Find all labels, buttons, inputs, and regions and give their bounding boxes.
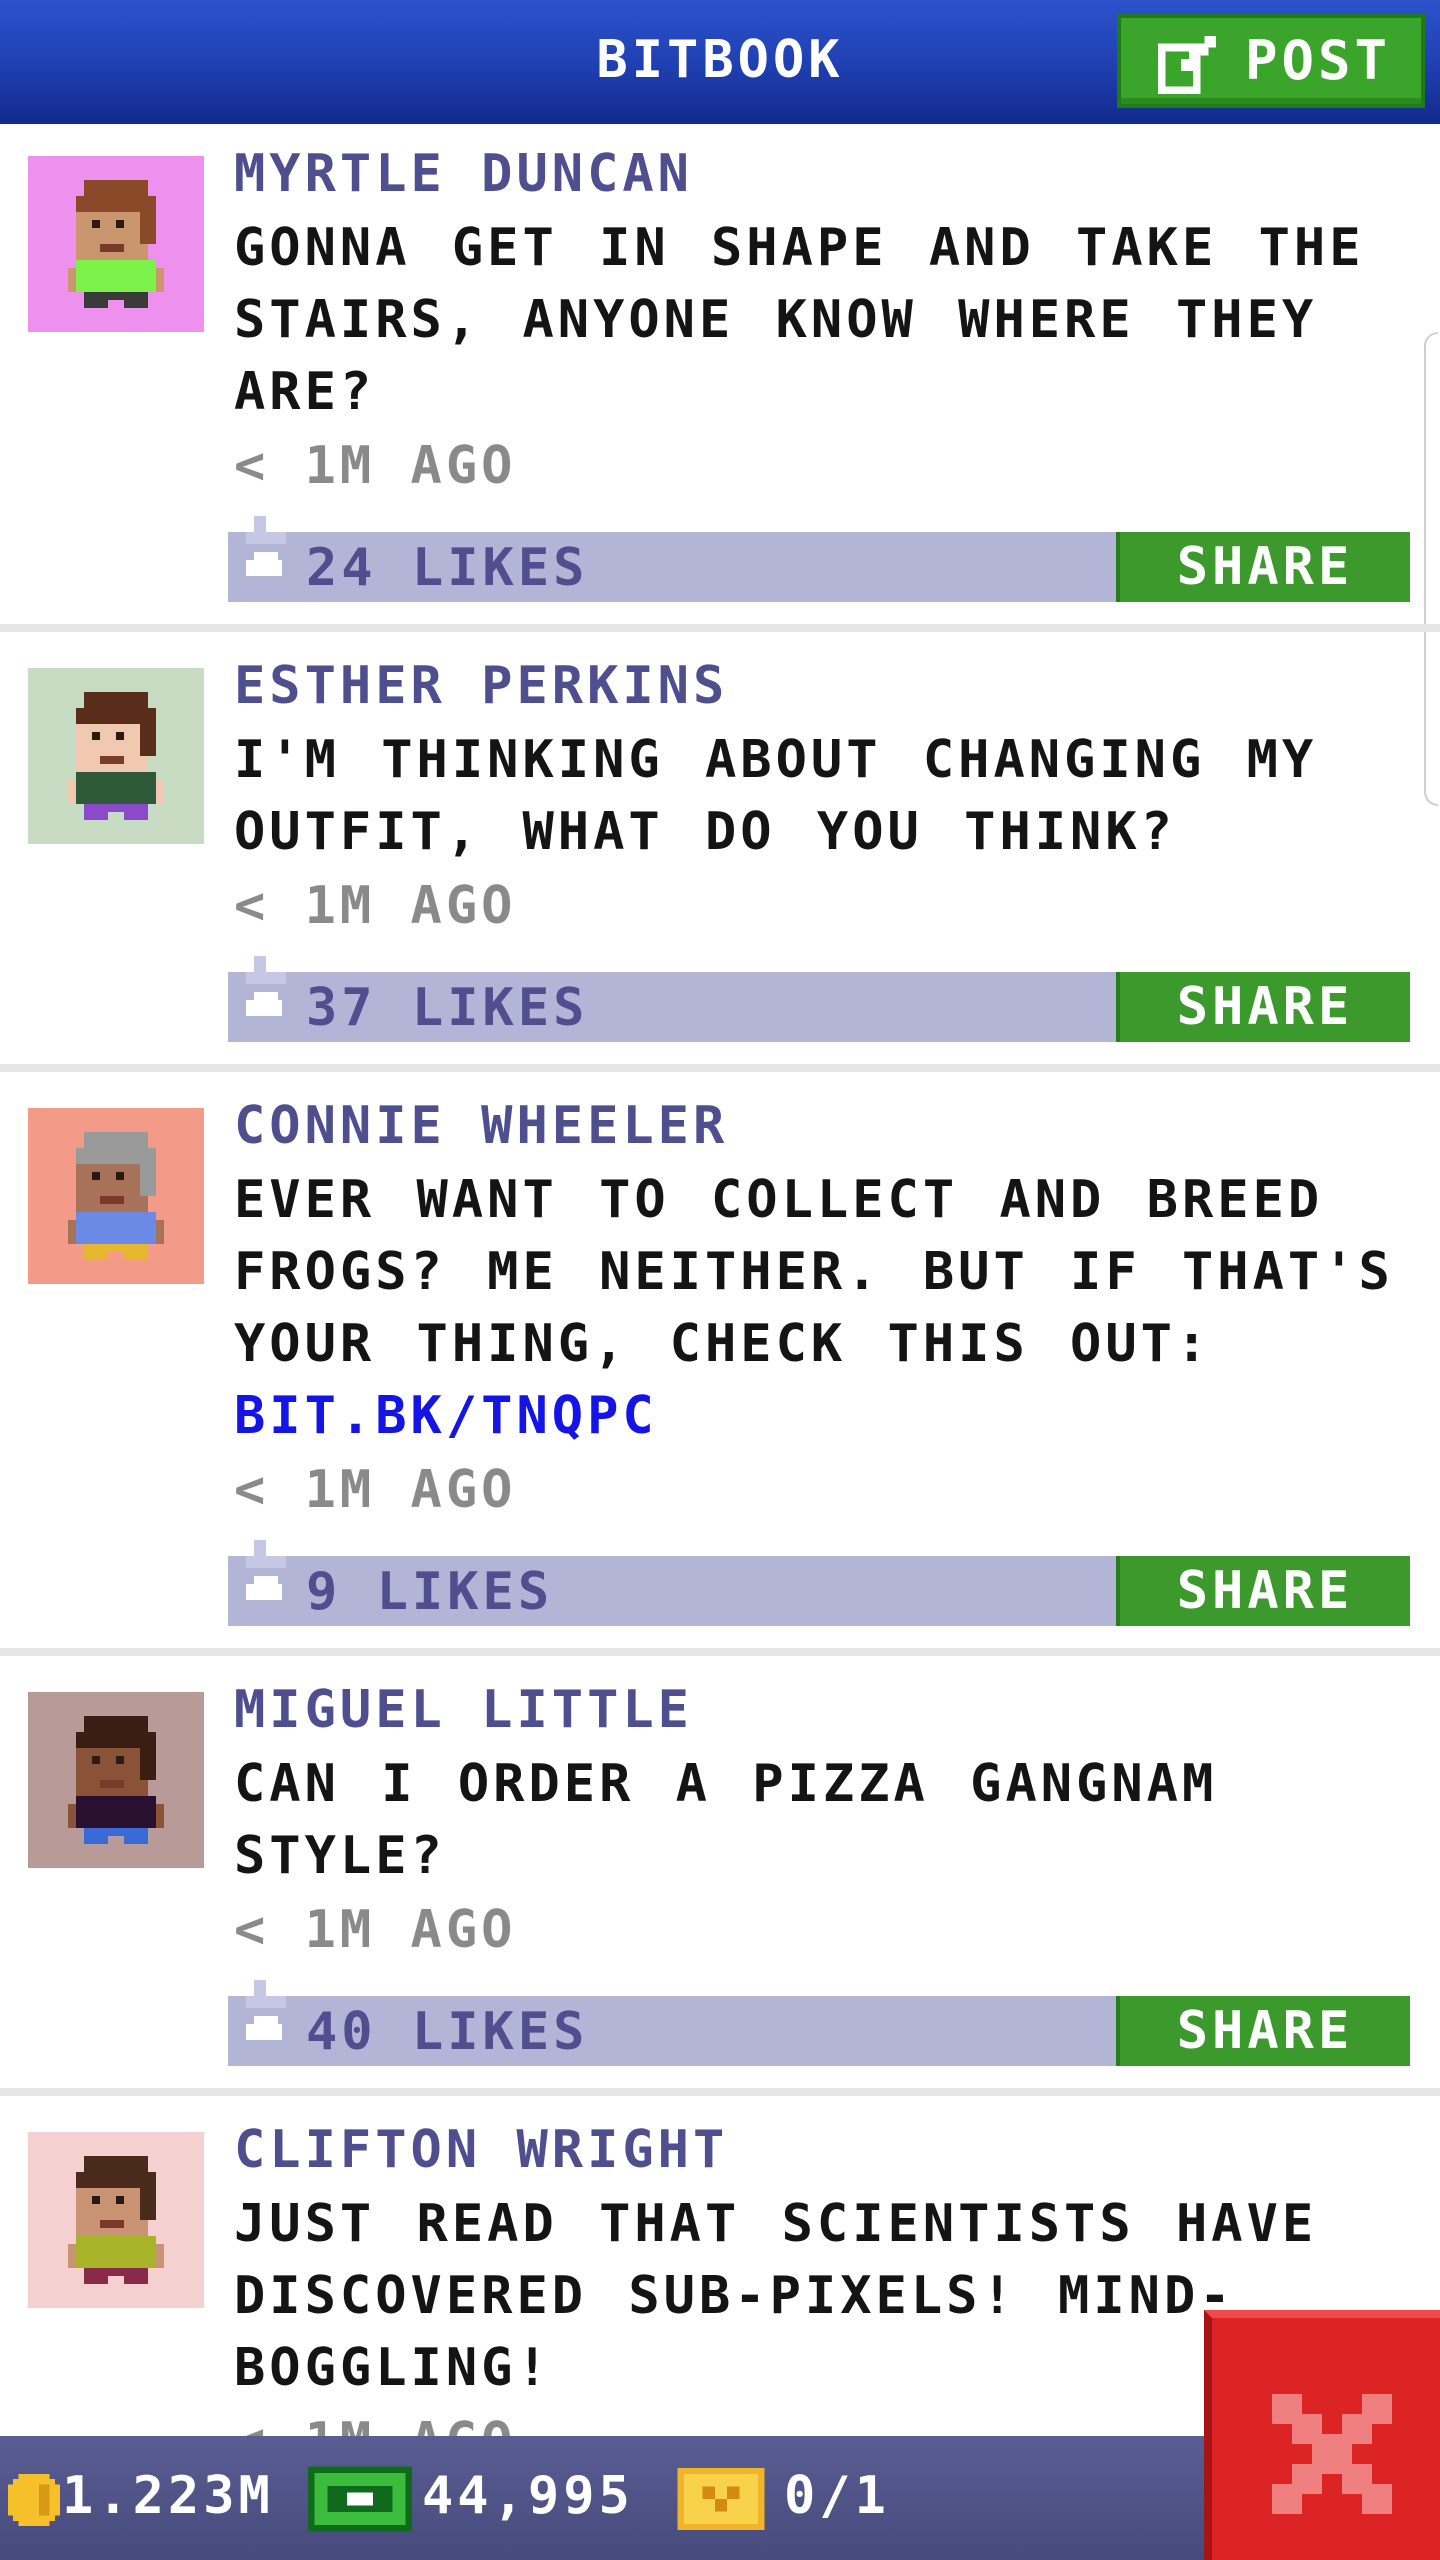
likes-bar: 9 LIKES SHARE	[228, 1540, 1410, 1626]
close-button[interactable]	[1204, 2310, 1440, 2560]
close-icon	[1272, 2394, 1392, 2514]
bux-icon	[308, 2466, 412, 2532]
coin-icon	[8, 2474, 60, 2526]
post-text: EVER WANT TO COLLECT AND BREED FROGS? ME…	[234, 1164, 1394, 1452]
post-time: < 1M AGO	[234, 876, 517, 936]
post-divider	[0, 1648, 1440, 1656]
post-button[interactable]: POST	[1117, 14, 1425, 108]
post-link[interactable]: BIT.BK/TNQPC	[234, 1380, 1394, 1452]
coins-value: 1.223M	[62, 2466, 274, 2526]
post-author: CLIFTON WRIGHT	[234, 2120, 729, 2180]
post-button-label: POST	[1245, 29, 1392, 92]
share-button[interactable]: SHARE	[1116, 532, 1410, 602]
likes-bar: 24 LIKES SHARE	[228, 516, 1410, 602]
post-time: < 1M AGO	[234, 1460, 517, 1520]
likes-count: 40 LIKES	[306, 2002, 589, 2062]
post-text: GONNA GET IN SHAPE AND TAKE THE STAIRS, …	[234, 218, 1365, 422]
share-button[interactable]: SHARE	[1116, 972, 1410, 1042]
like-icon	[246, 516, 286, 576]
avatar	[28, 1692, 204, 1868]
like-icon	[246, 1540, 286, 1600]
like-icon	[246, 1980, 286, 2040]
share-button[interactable]: SHARE	[1116, 1556, 1410, 1626]
scroll-indicator[interactable]	[1424, 332, 1438, 806]
compose-icon	[1158, 36, 1216, 94]
post-time: < 1M AGO	[234, 1900, 517, 1960]
likes-bar: 37 LIKES SHARE	[228, 956, 1410, 1042]
likes-count: 37 LIKES	[306, 978, 589, 1038]
ticket-icon	[677, 2468, 765, 2530]
avatar	[28, 1108, 204, 1284]
post-author: MYRTLE DUNCAN	[234, 144, 693, 204]
post-divider	[0, 1064, 1440, 1072]
post-time: < 1M AGO	[234, 436, 517, 496]
share-button[interactable]: SHARE	[1116, 1996, 1410, 2066]
post-divider	[0, 2088, 1440, 2096]
post-author: CONNIE WHEELER	[234, 1096, 729, 1156]
post-text: I'M THINKING ABOUT CHANGING MY OUTFIT, W…	[234, 730, 1318, 862]
avatar	[28, 2132, 204, 2308]
avatar	[28, 668, 204, 844]
avatar	[28, 156, 204, 332]
bux-value: 44,995	[422, 2466, 634, 2526]
post-author: MIGUEL LITTLE	[234, 1680, 693, 1740]
app-header: BITBOOK POST	[0, 0, 1440, 124]
post-author: ESTHER PERKINS	[234, 656, 729, 716]
likes-bar: 40 LIKES SHARE	[228, 1980, 1410, 2066]
tickets-value: 0/1	[784, 2466, 890, 2526]
post-text: CAN I ORDER A PIZZA GANGNAM STYLE?	[234, 1754, 1218, 1886]
post-divider	[0, 624, 1440, 632]
likes-count: 24 LIKES	[306, 538, 589, 598]
likes-count: 9 LIKES	[306, 1562, 554, 1622]
like-icon	[246, 956, 286, 1016]
